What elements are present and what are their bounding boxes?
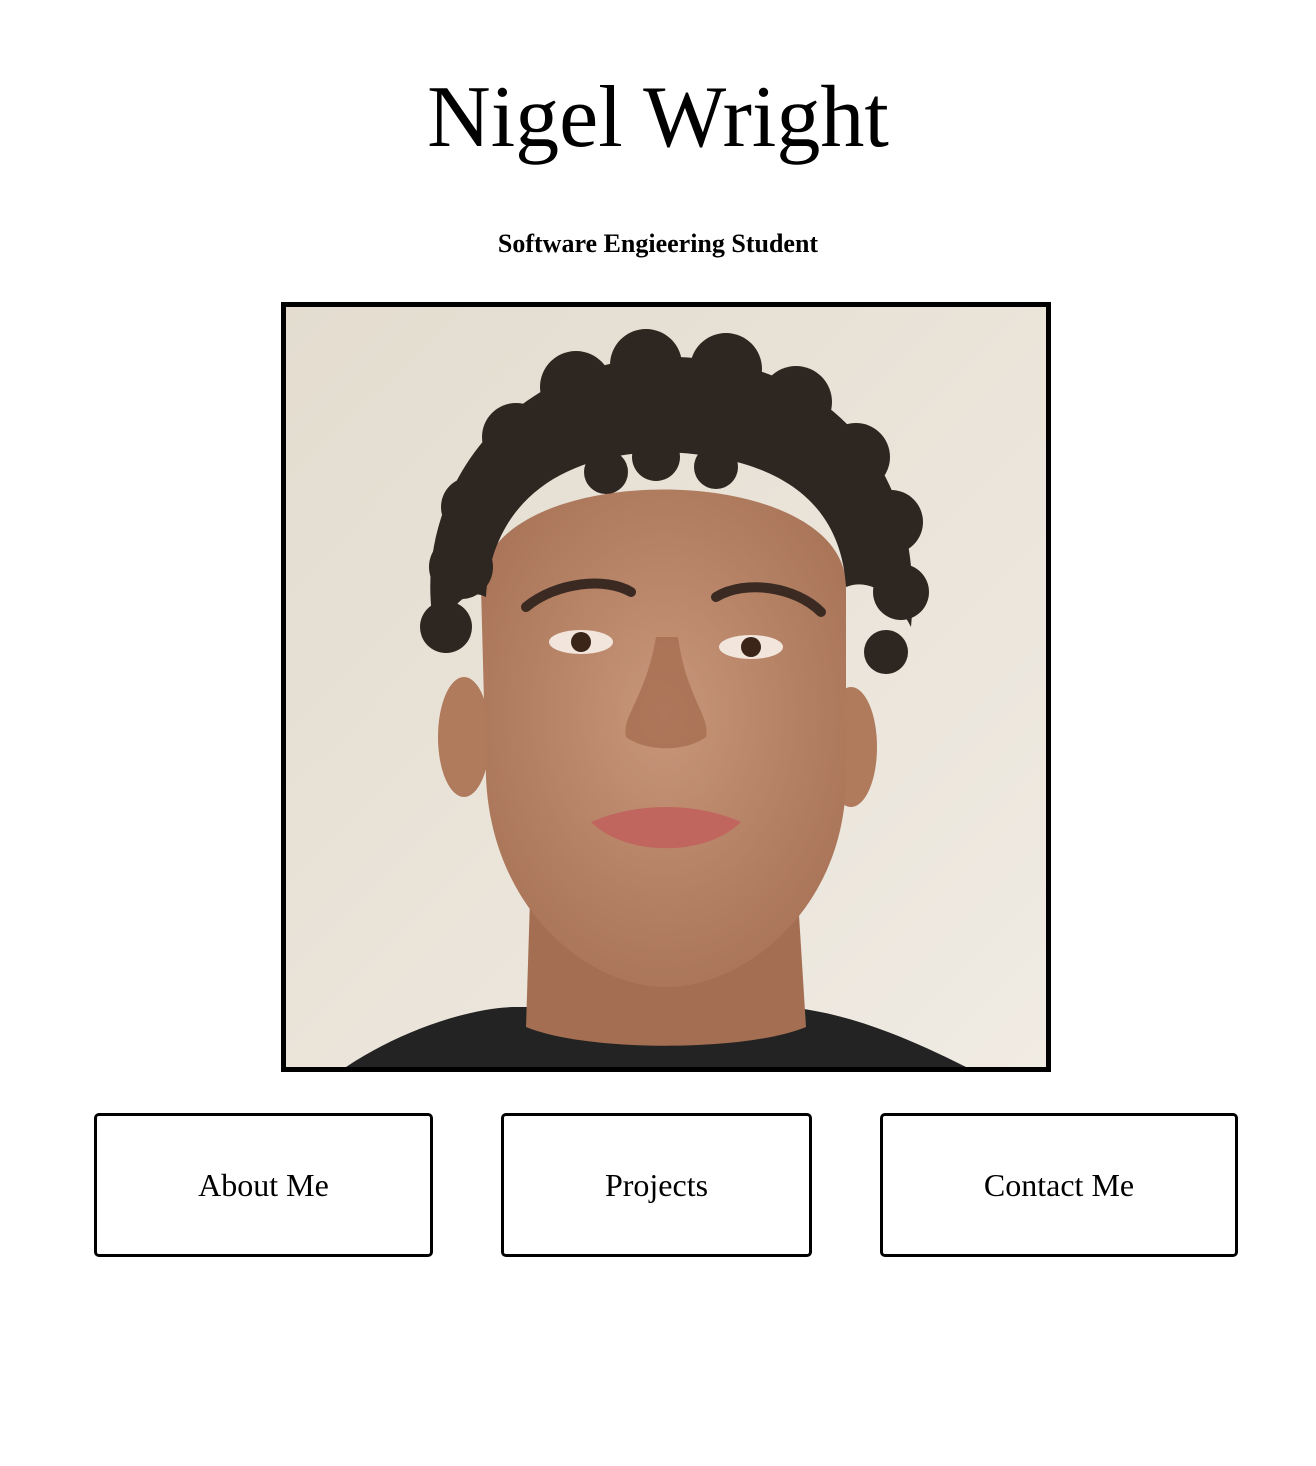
page-title: Nigel Wright <box>427 69 889 166</box>
contact-me-button[interactable]: Contact Me <box>880 1113 1238 1257</box>
about-me-button[interactable]: About Me <box>94 1113 433 1257</box>
left-ear <box>438 677 490 797</box>
profile-photo <box>281 302 1051 1072</box>
page-subtitle: Software Engieering Student <box>497 229 819 258</box>
projects-button[interactable]: Projects <box>501 1113 812 1257</box>
profile-photo-illustration <box>286 307 1046 1067</box>
